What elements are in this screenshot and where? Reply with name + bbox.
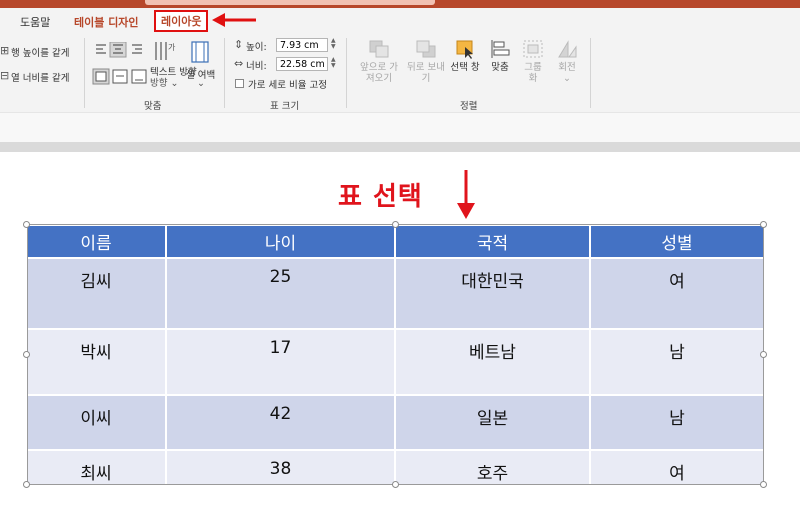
tab-layout[interactable]: 레이아웃 (154, 10, 209, 32)
resize-handle-top-right[interactable] (760, 221, 767, 228)
ribbon-bottom-strip (0, 112, 800, 143)
send-backward-icon (416, 40, 436, 58)
text-direction-dropdown-label: 방향 ⌄ (150, 78, 179, 89)
group-alignment-label: 맞춤 (144, 101, 162, 112)
lock-aspect-ratio-checkbox[interactable] (235, 79, 244, 88)
table-cell[interactable]: 이씨 (27, 395, 167, 451)
ribbon-separator (224, 38, 225, 108)
bring-forward-icon (369, 40, 389, 58)
table-cell[interactable]: 여 (590, 258, 765, 330)
bring-forward-button[interactable]: 앞으로 가져오기 (354, 39, 404, 84)
cell-margin-dropdown-icon[interactable]: ⌄ (197, 78, 205, 89)
resize-handle-left[interactable] (23, 351, 30, 358)
send-backward-button[interactable]: 뒤로 보내기 (404, 39, 448, 84)
table-cell[interactable]: 여 (590, 450, 765, 487)
group-table-size-label: 표 크기 (270, 101, 300, 112)
table-cell[interactable]: 남 (590, 395, 765, 451)
width-spinner-icon[interactable]: ▲ ▼ (331, 57, 336, 69)
send-backward-label: 뒤로 보내기 (407, 62, 445, 84)
table-cell[interactable]: 일본 (395, 395, 591, 451)
table-width-input[interactable]: 22.58 cm (276, 57, 328, 71)
table-height-input[interactable]: 7.93 cm (276, 38, 328, 52)
workspace-divider (0, 142, 800, 152)
text-direction-icon[interactable]: 가 (152, 40, 178, 64)
table-row: 김씨 25 대한민국 여 (27, 258, 765, 330)
title-bar (0, 0, 800, 8)
table-cell[interactable]: 38 (166, 450, 396, 487)
align-label: 맞춤 (491, 62, 509, 73)
equal-col-width-icon[interactable]: ⊟ (0, 70, 9, 81)
table-cell[interactable]: 42 (166, 395, 396, 451)
table-header-row: 이름 나이 국적 성별 (27, 226, 765, 259)
group-objects-button[interactable]: 그룹화 (518, 39, 548, 84)
svg-text:가: 가 (168, 43, 176, 52)
group-objects-label: 그룹화 (524, 62, 542, 84)
group-arrange-label: 정렬 (460, 101, 478, 112)
resize-handle-right[interactable] (760, 351, 767, 358)
header-cell-age[interactable]: 나이 (166, 226, 396, 259)
table-cell[interactable]: 17 (166, 329, 396, 396)
distribute-rows-button[interactable]: 행 높이를 같게 (11, 45, 69, 59)
selection-pane-button[interactable]: 선택 창 (446, 39, 484, 73)
table-row: 박씨 17 베트남 남 (27, 329, 765, 396)
table-cell[interactable]: 남 (590, 329, 765, 396)
vertical-align-icons[interactable] (92, 68, 150, 86)
group-objects-icon (523, 40, 543, 58)
rotate-label: 회전 (558, 62, 576, 73)
tab-table-design[interactable]: 테이블 디자인 (74, 14, 139, 30)
data-table[interactable]: 이름 나이 국적 성별 김씨 25 대한민국 여 박씨 17 베트남 남 이씨 … (27, 226, 765, 487)
ribbon-separator (84, 38, 85, 108)
header-cell-name[interactable]: 이름 (27, 226, 167, 259)
table-cell[interactable]: 베트남 (395, 329, 591, 396)
table-cell[interactable]: 25 (166, 258, 396, 330)
align-objects-icon (491, 40, 510, 58)
rotate-button[interactable]: 회전 ⌄ (550, 39, 584, 84)
cell-margin-icon[interactable] (190, 40, 210, 64)
table-cell[interactable]: 최씨 (27, 450, 167, 487)
distribute-cols-button[interactable]: 열 너비를 같게 (11, 70, 69, 84)
height-spinner-icon[interactable]: ▲ ▼ (331, 38, 336, 50)
horizontal-align-icons[interactable] (94, 42, 150, 58)
equal-row-height-icon[interactable]: ⊞ (0, 45, 9, 56)
table-cell[interactable]: 김씨 (27, 258, 167, 330)
red-arrow-left-icon (212, 13, 256, 27)
header-cell-nationality[interactable]: 국적 (395, 226, 591, 259)
lock-aspect-ratio-label: 가로 세로 비율 고정 (248, 80, 327, 91)
annotation-caption: 표 선택 (338, 182, 423, 212)
resize-handle-top[interactable] (392, 221, 399, 228)
title-bar-search[interactable] (145, 0, 435, 5)
resize-handle-bottom-left[interactable] (23, 481, 30, 488)
resize-handle-bottom[interactable] (392, 481, 399, 488)
ribbon-separator (590, 38, 591, 108)
row-height-icon: ⇕ (234, 38, 244, 51)
align-button[interactable]: 맞춤 (484, 39, 516, 73)
red-arrow-down-icon (457, 170, 475, 219)
table-cell[interactable]: 박씨 (27, 329, 167, 396)
rotate-icon (558, 40, 577, 58)
selection-pane-icon (456, 40, 473, 59)
bring-forward-label: 앞으로 가져오기 (360, 62, 398, 84)
tab-help[interactable]: 도움말 (20, 14, 50, 30)
selection-pane-label: 선택 창 (450, 62, 480, 73)
column-width-icon: ⇔ (234, 57, 244, 70)
ribbon: ⊞ 행 높이를 같게 ⊟ 열 너비를 같게 가 텍스트 방향 방향 ⌄ 셀 여백 … (0, 34, 800, 112)
table-row: 이씨 42 일본 남 (27, 395, 765, 451)
resize-handle-bottom-right[interactable] (760, 481, 767, 488)
ribbon-separator (346, 38, 347, 108)
resize-handle-top-left[interactable] (23, 221, 30, 228)
rotate-dropdown-icon: ⌄ (563, 73, 571, 84)
width-label: 너비: (246, 61, 267, 72)
height-label: 높이: (246, 42, 267, 53)
table-cell[interactable]: 대한민국 (395, 258, 591, 330)
table-cell[interactable]: 호주 (395, 450, 591, 487)
header-cell-gender[interactable]: 성별 (590, 226, 765, 259)
ribbon-tab-bar: 도움말 테이블 디자인 레이아웃 (0, 8, 800, 34)
